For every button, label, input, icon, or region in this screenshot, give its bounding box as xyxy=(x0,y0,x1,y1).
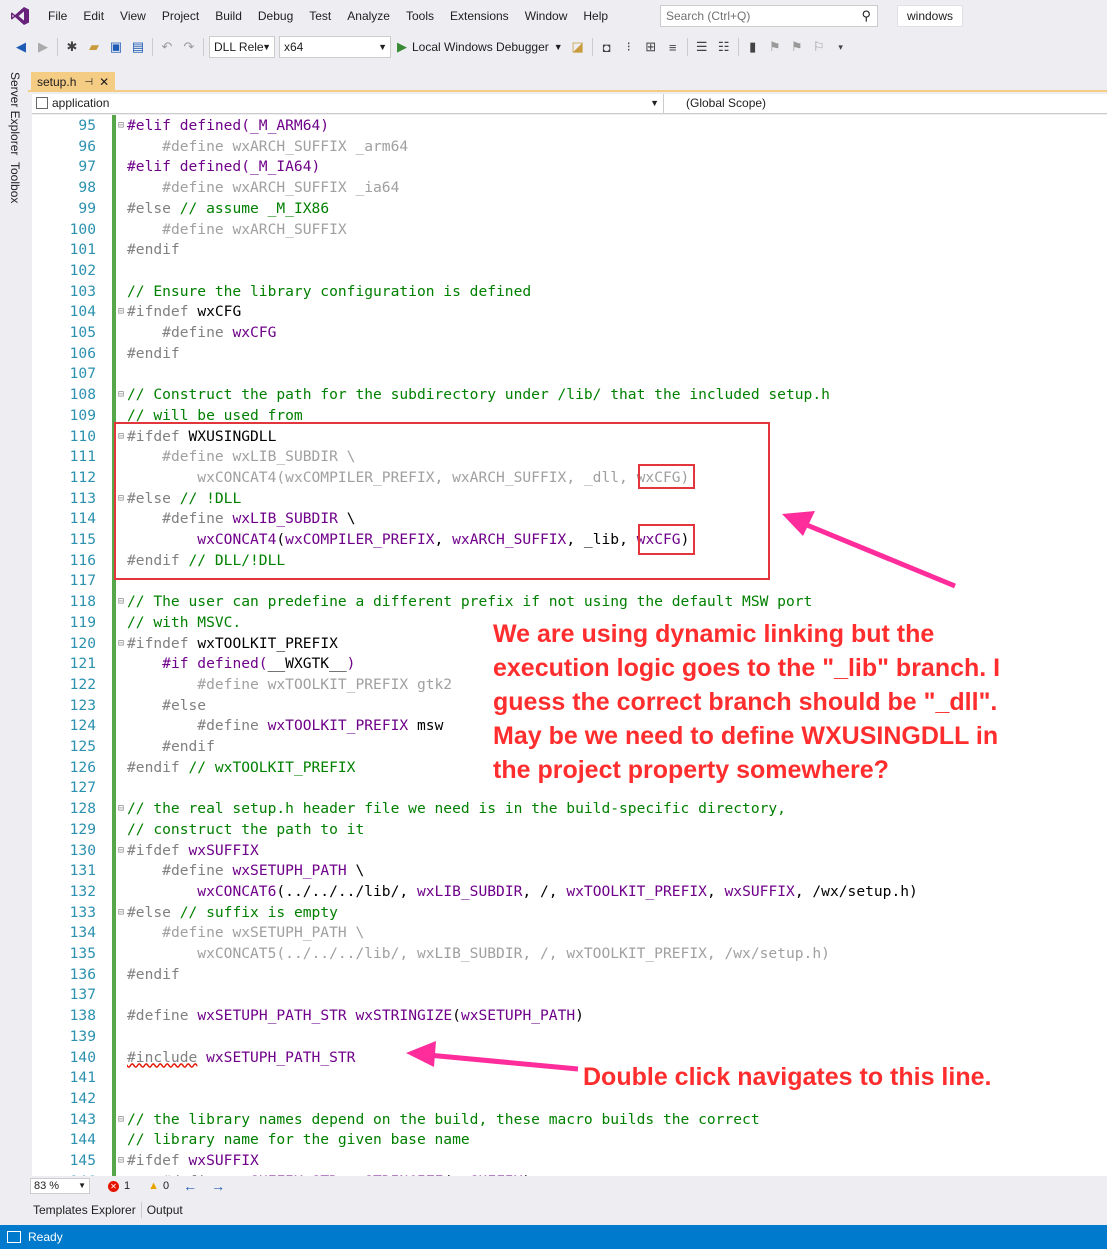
tab-templates-explorer[interactable]: Templates Explorer xyxy=(28,1203,141,1217)
error-count[interactable]: ✕ 1 xyxy=(108,1180,130,1192)
warning-count[interactable]: ▲ 0 xyxy=(148,1180,169,1192)
navigate-back-icon[interactable]: ← xyxy=(183,1178,197,1194)
navigation-annotation-note: Double click navigates to this line. xyxy=(583,1063,992,1091)
error-icon: ✕ xyxy=(108,1180,119,1192)
warning-icon: ▲ xyxy=(148,1180,160,1192)
status-text: Ready xyxy=(28,1230,63,1244)
zoom-select[interactable]: 83 % ▼ xyxy=(30,1178,90,1194)
editor-status-bar: 83 % ▼ ✕ 1 ▲ 0 ← → xyxy=(28,1176,1107,1196)
arrow-to-dll-box-icon xyxy=(782,511,956,589)
bottom-tool-tabs: Templates Explorer Output xyxy=(0,1196,1107,1224)
tab-output[interactable]: Output xyxy=(142,1203,188,1217)
error-count-value: 1 xyxy=(124,1180,131,1192)
chevron-down-icon: ▼ xyxy=(78,1181,86,1190)
navigate-forward-icon[interactable]: → xyxy=(211,1178,225,1194)
status-icon xyxy=(7,1231,21,1243)
zoom-value: 83 % xyxy=(34,1180,60,1192)
arrow-to-include-line-icon xyxy=(406,1041,579,1072)
dll-annotation-note: We are using dynamic linking but the exe… xyxy=(493,620,1001,784)
warning-count-value: 0 xyxy=(163,1180,170,1192)
status-bar: Ready xyxy=(0,1225,1107,1249)
